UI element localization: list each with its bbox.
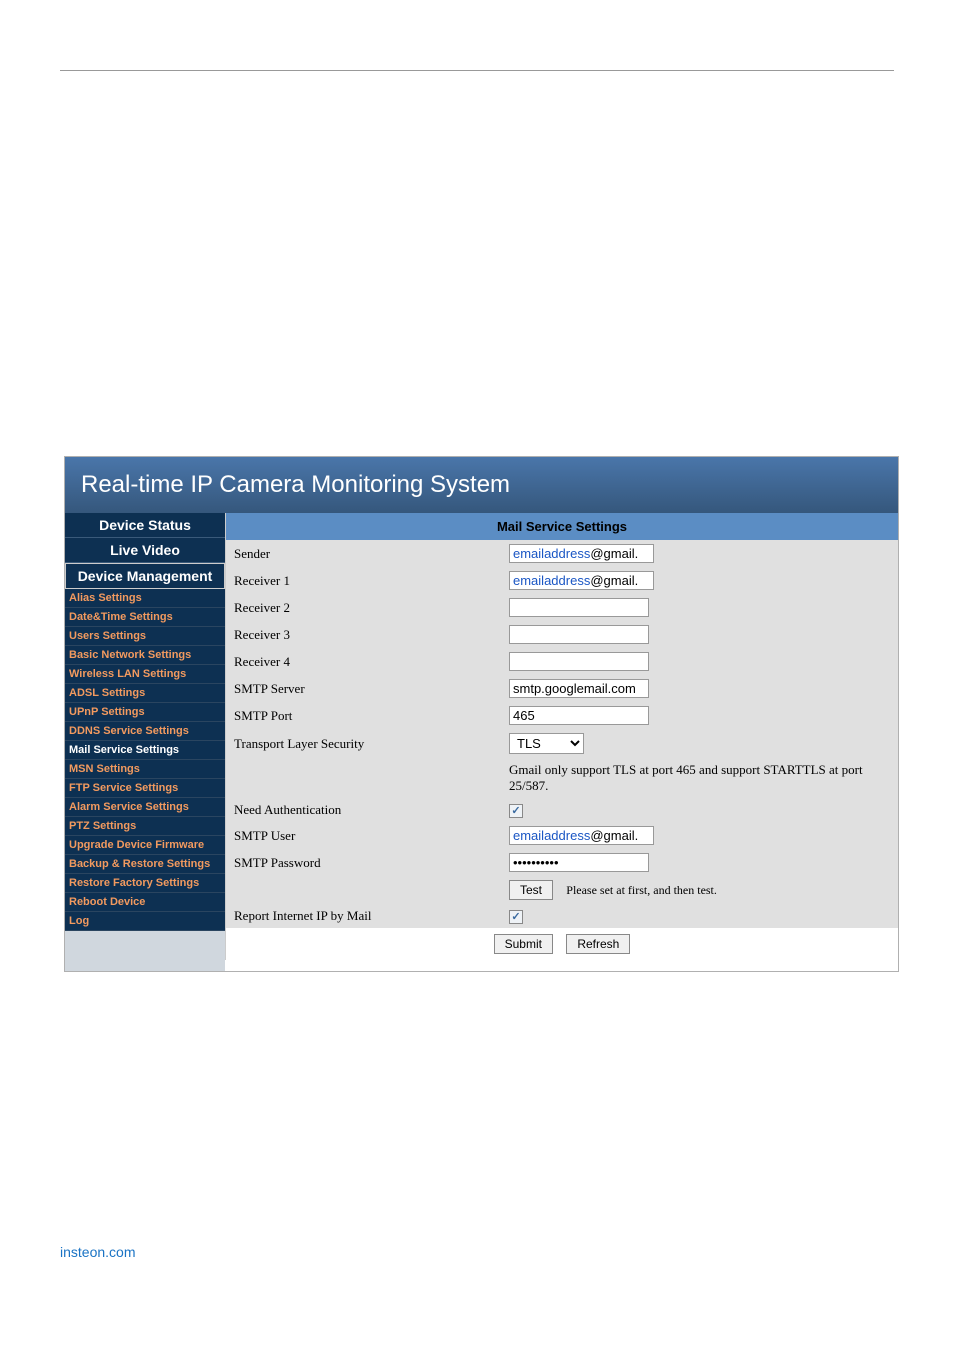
refresh-button[interactable]: Refresh xyxy=(566,934,630,954)
panel-title: Mail Service Settings xyxy=(226,513,898,540)
label-r3: Receiver 3 xyxy=(226,621,501,648)
sidebar-item-ptz[interactable]: PTZ Settings xyxy=(65,817,225,836)
sidebar: Device Status Live Video Device Manageme… xyxy=(65,513,225,971)
test-hint: Please set at first, and then test. xyxy=(566,883,717,897)
sidebar-item-alias[interactable]: Alias Settings xyxy=(65,589,225,608)
sender-input[interactable]: emailaddress@gmail. xyxy=(509,544,654,563)
label-smtp-pass: SMTP Password xyxy=(226,849,501,876)
sidebar-item-reboot[interactable]: Reboot Device xyxy=(65,893,225,912)
receiver4-input[interactable] xyxy=(509,652,649,671)
label-need-auth: Need Authentication xyxy=(226,798,501,822)
nav-section-live[interactable]: Live Video xyxy=(65,538,225,563)
nav-list: Alias Settings Date&Time Settings Users … xyxy=(65,589,225,931)
label-smtp-server: SMTP Server xyxy=(226,675,501,702)
sidebar-item-basicnet[interactable]: Basic Network Settings xyxy=(65,646,225,665)
tls-note: Gmail only support TLS at port 465 and s… xyxy=(501,758,898,798)
sidebar-fill xyxy=(65,931,225,971)
sidebar-item-factory[interactable]: Restore Factory Settings xyxy=(65,874,225,893)
label-note-empty xyxy=(226,758,501,798)
sidebar-item-upgrade[interactable]: Upgrade Device Firmware xyxy=(65,836,225,855)
app-window: Real-time IP Camera Monitoring System De… xyxy=(64,456,899,972)
label-r4: Receiver 4 xyxy=(226,648,501,675)
submit-button[interactable]: Submit xyxy=(494,934,553,954)
smtp-user-input[interactable]: emailaddress@gmail. xyxy=(509,826,654,845)
smtp-server-input[interactable] xyxy=(509,679,649,698)
main-panel: Mail Service Settings Sender emailaddres… xyxy=(225,513,898,960)
form-actions: Submit Refresh xyxy=(226,928,898,960)
smtp-pass-input[interactable] xyxy=(509,853,649,872)
settings-form: Sender emailaddress@gmail. Receiver 1 em… xyxy=(226,540,898,928)
sidebar-item-upnp[interactable]: UPnP Settings xyxy=(65,703,225,722)
receiver2-input[interactable] xyxy=(509,598,649,617)
app-title: Real-time IP Camera Monitoring System xyxy=(65,457,898,513)
label-tls: Transport Layer Security xyxy=(226,729,501,758)
sidebar-item-mail[interactable]: Mail Service Settings xyxy=(65,741,225,760)
sidebar-item-datetime[interactable]: Date&Time Settings xyxy=(65,608,225,627)
page-rule xyxy=(60,70,894,71)
sidebar-item-log[interactable]: Log xyxy=(65,912,225,931)
sidebar-item-alarm[interactable]: Alarm Service Settings xyxy=(65,798,225,817)
sidebar-item-users[interactable]: Users Settings xyxy=(65,627,225,646)
label-sender: Sender xyxy=(226,540,501,567)
label-r1: Receiver 1 xyxy=(226,567,501,594)
sidebar-item-msn[interactable]: MSN Settings xyxy=(65,760,225,779)
label-r2: Receiver 2 xyxy=(226,594,501,621)
sidebar-item-ftp[interactable]: FTP Service Settings xyxy=(65,779,225,798)
need-auth-checkbox[interactable]: ✓ xyxy=(509,804,523,818)
sidebar-item-backup[interactable]: Backup & Restore Settings xyxy=(65,855,225,874)
label-test-empty xyxy=(226,876,501,904)
receiver3-input[interactable] xyxy=(509,625,649,644)
sidebar-item-ddns[interactable]: DDNS Service Settings xyxy=(65,722,225,741)
footer-link[interactable]: insteon.com xyxy=(60,1244,135,1260)
receiver1-input[interactable]: emailaddress@gmail. xyxy=(509,571,654,590)
label-report: Report Internet IP by Mail xyxy=(226,904,501,928)
nav-section-status[interactable]: Device Status xyxy=(65,513,225,538)
smtp-port-input[interactable] xyxy=(509,706,649,725)
label-smtp-user: SMTP User xyxy=(226,822,501,849)
content-row: Device Status Live Video Device Manageme… xyxy=(65,513,898,971)
sidebar-item-adsl[interactable]: ADSL Settings xyxy=(65,684,225,703)
tls-select[interactable]: TLS xyxy=(509,733,584,754)
sidebar-item-wlan[interactable]: Wireless LAN Settings xyxy=(65,665,225,684)
nav-section-mgmt[interactable]: Device Management xyxy=(65,563,225,589)
report-checkbox[interactable]: ✓ xyxy=(509,910,523,924)
label-smtp-port: SMTP Port xyxy=(226,702,501,729)
test-button[interactable]: Test xyxy=(509,880,553,900)
